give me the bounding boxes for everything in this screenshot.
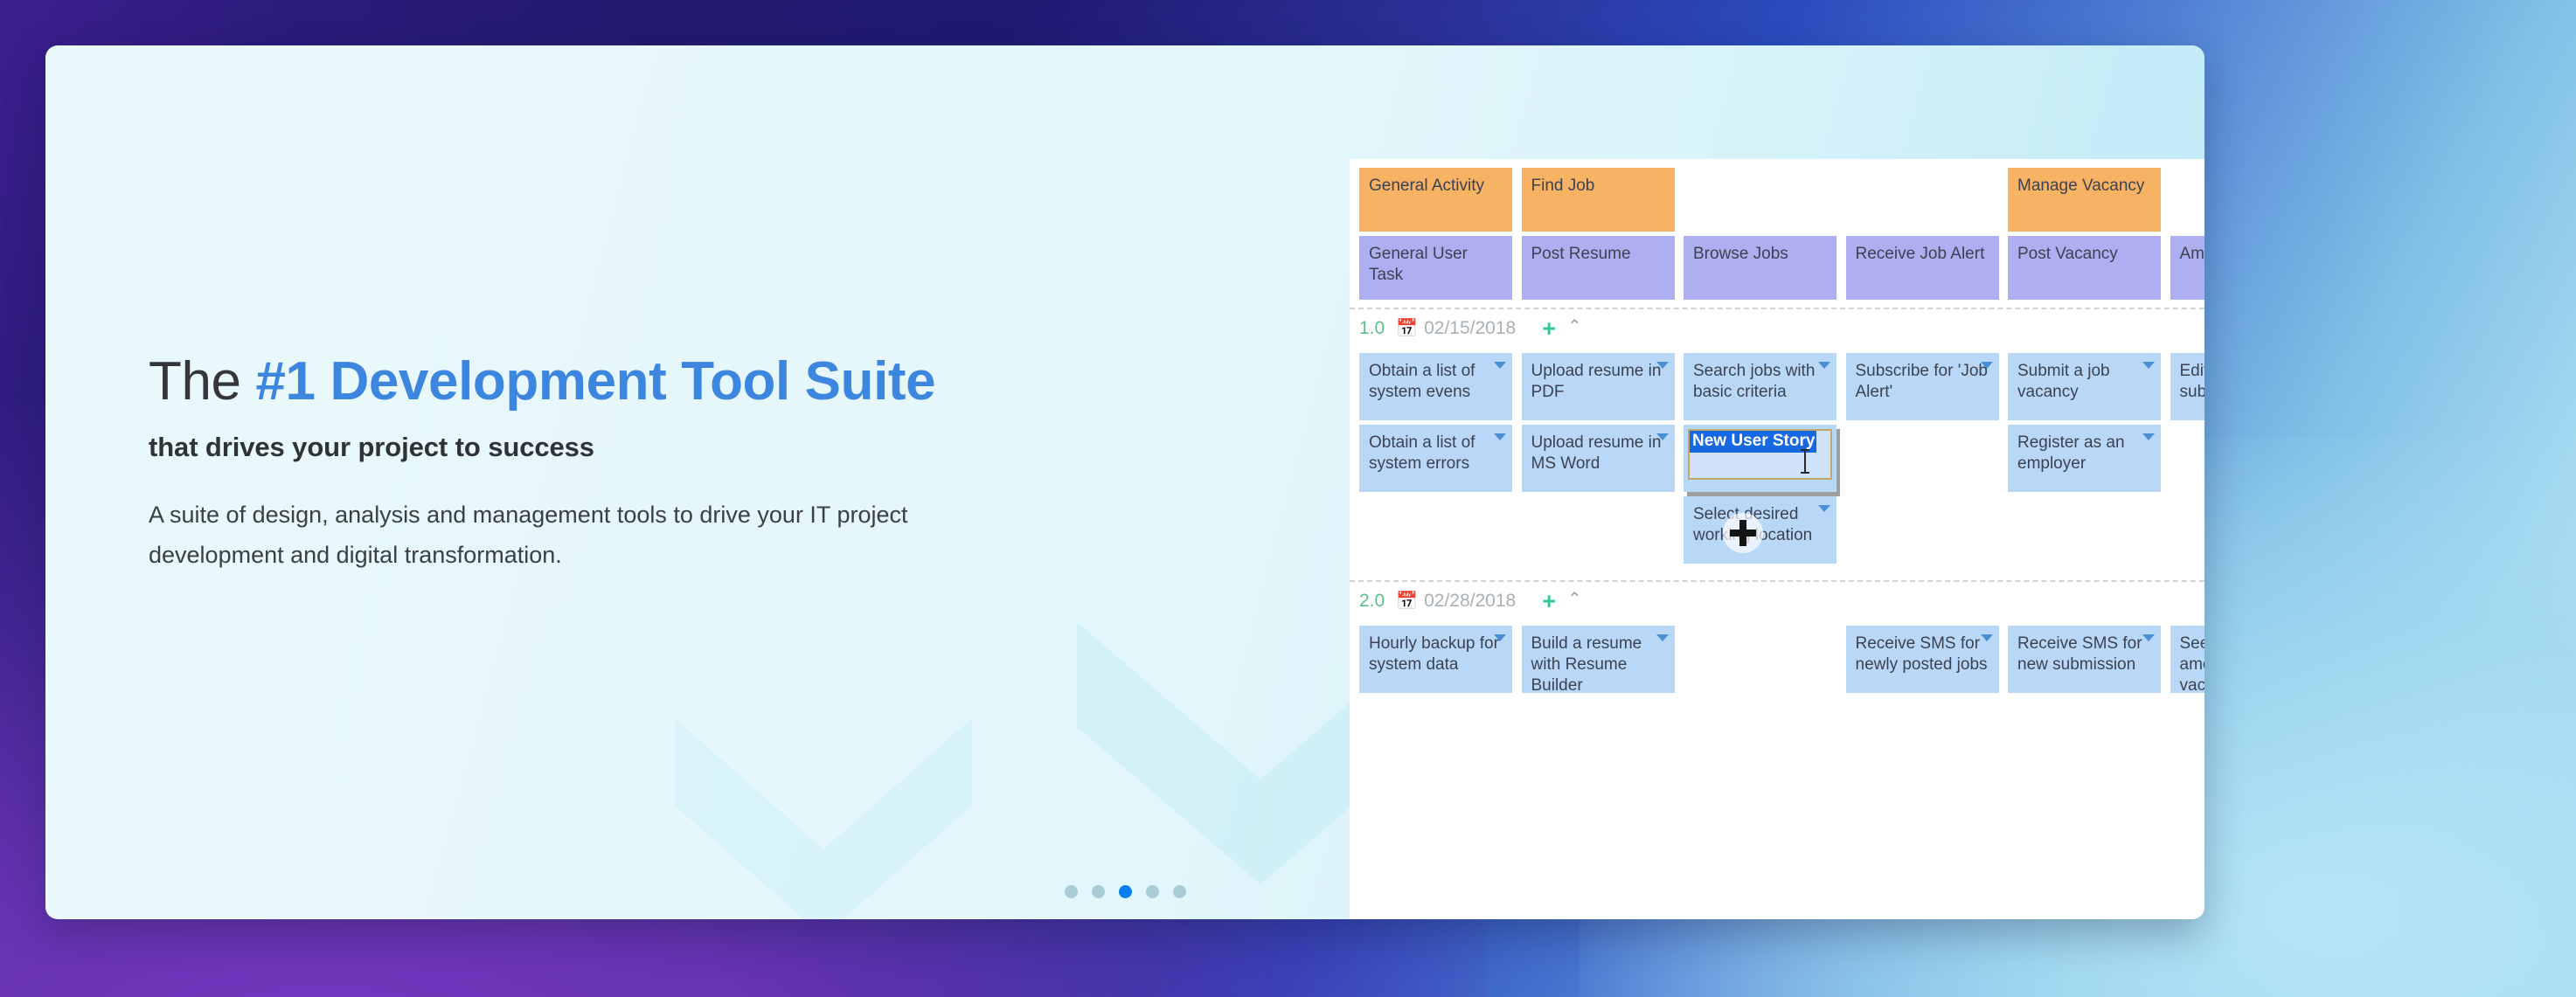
card-label: Upload resume in PDF bbox=[1531, 362, 1662, 402]
card-label: Manage Vacancy bbox=[2017, 177, 2145, 195]
user-story-card[interactable]: Search jobs with basic criteria bbox=[1684, 353, 1837, 420]
user-story-card[interactable]: Obtain a list of system errors bbox=[1359, 425, 1512, 492]
card-label: Hourly backup for system data bbox=[1369, 634, 1499, 675]
user-story-card[interactable]: Obtain a list of system evens bbox=[1359, 353, 1512, 420]
sprint-date: 02/15/2018 bbox=[1424, 318, 1517, 338]
card-label: Post Resume bbox=[1531, 245, 1631, 263]
user-story-card[interactable]: Upload resume in MS Word bbox=[1521, 425, 1675, 492]
chevron-down-icon[interactable] bbox=[1494, 362, 1506, 369]
carousel-dot[interactable] bbox=[1172, 885, 1186, 898]
carousel-dots[interactable] bbox=[45, 885, 2205, 898]
user-story-card[interactable]: Receive SMS for newly posted jobs bbox=[1845, 626, 1999, 693]
new-user-story-input[interactable]: New User Story bbox=[1688, 429, 1832, 480]
add-story-button[interactable]: + bbox=[1542, 589, 1556, 613]
hero-subtitle: that drives your project to success bbox=[149, 431, 594, 462]
new-user-story-card[interactable]: New User Story bbox=[1684, 425, 1837, 492]
card-label: Build a resume with Resume Builder bbox=[1531, 634, 1642, 693]
card-label: Receive SMS for new submission bbox=[2017, 634, 2142, 675]
user-story-card[interactable]: Upload resume in PDF bbox=[1521, 353, 1675, 420]
card-label: Subscribe for 'Job Alert' bbox=[1855, 362, 1988, 402]
user-story-card[interactable]: Register as an employer bbox=[2008, 425, 2161, 492]
calendar-icon: 📅 bbox=[1396, 319, 1419, 338]
card-label: Post Vacancy bbox=[2017, 245, 2118, 263]
user-task-card[interactable]: Post Resume bbox=[1521, 236, 1675, 300]
sprint-header: 2.0 📅 02/28/2018 + ⌃ bbox=[1350, 580, 2205, 620]
chevron-down-icon[interactable] bbox=[1980, 634, 1993, 641]
chevron-down-icon[interactable] bbox=[2142, 634, 2155, 641]
hero-copy: The #1 Development Tool Suite that drive… bbox=[149, 351, 1241, 576]
page-background: The #1 Development Tool Suite that drive… bbox=[0, 0, 2576, 997]
sprint-date: 02/28/2018 bbox=[1424, 591, 1517, 611]
user-task-card[interactable]: General User Task bbox=[1359, 236, 1512, 300]
page-title: The #1 Development Tool Suite bbox=[149, 351, 1241, 412]
chevron-down-icon[interactable] bbox=[1656, 433, 1669, 440]
carousel-dot[interactable] bbox=[1064, 885, 1078, 898]
headline-accent: #1 Development Tool Suite bbox=[255, 351, 936, 412]
card-label: Obtain a list of system evens bbox=[1369, 362, 1475, 402]
carousel-dot[interactable] bbox=[1091, 885, 1105, 898]
chevron-down-icon[interactable] bbox=[1818, 505, 1830, 512]
text-cursor-icon bbox=[1801, 449, 1809, 474]
chevron-down-icon[interactable] bbox=[2142, 362, 2155, 369]
card-label: Receive SMS for newly posted jobs bbox=[1855, 634, 1988, 675]
app-screenshot-panel: General Activity Find Job Manage Vacancy Ge… bbox=[1350, 159, 2205, 919]
headline-lead: The bbox=[149, 351, 256, 412]
user-story-card[interactable]: See the amendment of vacancy bbox=[2170, 626, 2205, 693]
card-label: Amend Vacancy bbox=[2179, 245, 2205, 263]
collapse-sprint-icon[interactable]: ⌃ bbox=[1567, 318, 1582, 336]
carousel-dot[interactable] bbox=[1145, 885, 1159, 898]
sprint-version: 1.0 bbox=[1359, 318, 1385, 338]
card-label: See the amendment of vacancy bbox=[2179, 634, 2205, 693]
user-story-card[interactable]: Hourly backup for system data bbox=[1359, 626, 1512, 693]
activity-card[interactable]: Find Job bbox=[1521, 168, 1675, 232]
activity-card[interactable]: Manage Vacancy bbox=[2008, 168, 2161, 232]
calendar-icon: 📅 bbox=[1396, 592, 1419, 611]
card-label: Obtain a list of system errors bbox=[1369, 433, 1475, 474]
user-story-card[interactable]: Edit a vacancy submission bbox=[2170, 353, 2205, 420]
user-story-board[interactable]: General Activity Find Job Manage Vacancy Ge… bbox=[1350, 159, 2205, 919]
collapse-sprint-icon[interactable]: ⌃ bbox=[1567, 591, 1582, 608]
chevron-down-icon[interactable] bbox=[1980, 362, 1993, 369]
card-label: General Activity bbox=[1369, 177, 1484, 195]
user-story-card[interactable]: Submit a job vacancy bbox=[2008, 353, 2161, 420]
user-task-card[interactable]: Amend Vacancy bbox=[2170, 236, 2205, 300]
card-label: Receive Job Alert bbox=[1855, 245, 1985, 263]
card-label: Upload resume in MS Word bbox=[1531, 433, 1662, 474]
add-story-button[interactable]: + bbox=[1542, 316, 1556, 341]
user-task-card[interactable]: Receive Job Alert bbox=[1845, 236, 1999, 300]
chevron-down-icon[interactable] bbox=[1494, 634, 1506, 641]
user-task-card[interactable]: Browse Jobs bbox=[1684, 236, 1837, 300]
hero-description: A suite of design, analysis and manageme… bbox=[149, 501, 908, 569]
chevron-down-icon[interactable] bbox=[1818, 362, 1830, 369]
sprint-version: 2.0 bbox=[1359, 591, 1385, 611]
chevron-down-icon[interactable] bbox=[1656, 362, 1669, 369]
card-label: Browse Jobs bbox=[1693, 245, 1788, 263]
card-label: Register as an employer bbox=[2017, 433, 2125, 474]
chevron-down-icon[interactable] bbox=[1656, 634, 1669, 641]
user-story-card[interactable]: Receive SMS for new submission bbox=[2008, 626, 2161, 693]
hero-card: The #1 Development Tool Suite that drive… bbox=[45, 45, 2205, 919]
carousel-dot[interactable] bbox=[1118, 885, 1132, 898]
user-story-card[interactable]: Build a resume with Resume Builder bbox=[1521, 626, 1675, 693]
selected-text: New User Story bbox=[1690, 431, 1817, 453]
sprint-header: 1.0 📅 02/15/2018 + ⌃ bbox=[1350, 308, 2205, 348]
chevron-down-icon[interactable] bbox=[2142, 433, 2155, 440]
card-label: Search jobs with basic criteria bbox=[1693, 362, 1816, 402]
chevron-down-icon[interactable] bbox=[1494, 433, 1506, 440]
card-label: Edit a vacancy submission bbox=[2179, 362, 2205, 402]
activity-card[interactable]: General Activity bbox=[1359, 168, 1512, 232]
user-story-card[interactable]: Subscribe for 'Job Alert' bbox=[1845, 353, 1999, 420]
card-label: Find Job bbox=[1531, 177, 1595, 195]
card-label: Submit a job vacancy bbox=[2017, 362, 2110, 402]
user-task-card[interactable]: Post Vacancy bbox=[2008, 236, 2161, 300]
card-label: General User Task bbox=[1369, 245, 1468, 285]
plus-cursor-icon bbox=[1723, 513, 1763, 553]
